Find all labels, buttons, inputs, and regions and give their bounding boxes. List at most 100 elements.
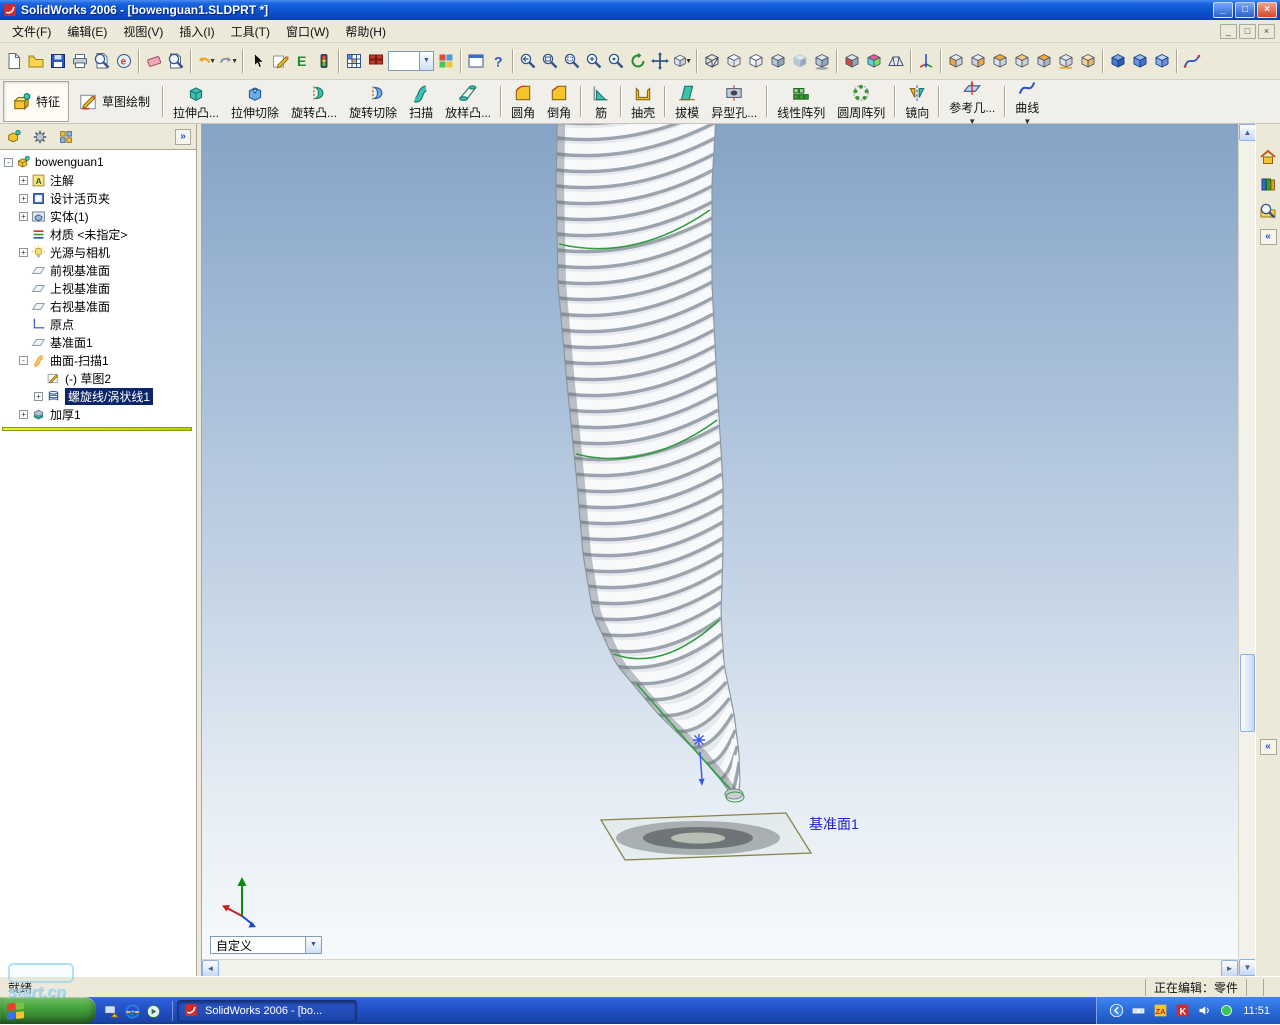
solidworks-resources-icon[interactable] [1259,148,1277,166]
top-view-icon[interactable] [1033,48,1055,74]
section-view-icon[interactable] [841,48,863,74]
view-orientation-icon[interactable]: ▼ [671,48,693,74]
antivirus-icon[interactable]: K [1175,1003,1191,1019]
zonealarm-icon[interactable]: ZA [1153,1003,1169,1019]
normal-to-icon[interactable] [1107,48,1129,74]
menu-item-4[interactable]: 工具(T) [223,20,278,43]
dimetric-view-icon[interactable] [1129,48,1151,74]
shadows-icon[interactable] [811,48,833,74]
tree-expander-icon[interactable]: - [4,158,13,167]
mdi-close-button[interactable]: × [1258,24,1275,39]
scroll-down-icon[interactable]: ▼ [1239,959,1256,976]
reference-triad-icon[interactable] [915,48,937,74]
extruded-cut-button[interactable]: 拉伸切除 [225,81,285,122]
delete-icon[interactable] [143,48,165,74]
window-layout-icon[interactable] [465,48,487,74]
chamfer-button[interactable]: 倒角 [541,81,577,122]
tray-chevron-icon[interactable] [1109,1003,1125,1019]
print-preview-icon[interactable] [91,48,113,74]
open-icon[interactable] [25,48,47,74]
tree-item-7[interactable]: 上视基准面 [0,279,196,297]
revolved-cut-button[interactable]: 旋转切除 [343,81,403,122]
graphics-viewport[interactable]: 基准面1 自定义 ▼ ◄ ► [202,124,1238,976]
document-zoom-icon[interactable] [165,48,187,74]
menu-item-0[interactable]: 文件(F) [4,20,59,43]
tree-item-2[interactable]: +设计活页夹 [0,189,196,207]
curve-icon[interactable] [1181,48,1203,74]
combo-dropdown-icon[interactable]: ▼ [305,937,321,953]
zoom-to-fit-icon[interactable] [539,48,561,74]
zoom-in-out-icon[interactable] [583,48,605,74]
start-button[interactable] [0,997,96,1024]
tree-item-6[interactable]: 前视基准面 [0,261,196,279]
tree-expander-icon[interactable]: + [19,410,28,419]
tree-item-10[interactable]: 基准面1 [0,333,196,351]
sketch-icon[interactable] [269,48,291,74]
hole-wizard-button[interactable]: 异型孔... [705,81,763,122]
zoom-to-area-icon[interactable] [561,48,583,74]
back-view-icon[interactable] [967,48,989,74]
linear-pattern-button[interactable]: 线性阵列 [771,81,831,122]
hscroll-track[interactable] [219,960,1221,976]
tree-item-14[interactable]: +加厚1 [0,405,196,423]
shell-button[interactable]: 抽壳 [625,81,661,122]
status-help-icon[interactable]: ? [1263,979,1280,996]
rib-button[interactable]: 筋 [585,81,617,122]
tree-expander-icon[interactable]: + [19,176,28,185]
close-button[interactable]: × [1257,2,1277,18]
minimize-button[interactable]: _ [1213,2,1233,18]
task-pane-collapse-button[interactable]: « [1260,229,1277,245]
draft-button[interactable]: 拔模 [669,81,705,122]
design-table-icon[interactable] [343,48,365,74]
view-settings-combo[interactable]: 自定义 ▼ [210,936,322,954]
maximize-button[interactable]: □ [1235,2,1255,18]
extruded-boss-button[interactable]: 拉伸凸... [167,81,225,122]
selection-filter-combo[interactable]: ▼ [388,51,434,71]
front-view-icon[interactable] [945,48,967,74]
taskbar-task-solidworks[interactable]: SolidWorks 2006 - [bo... [177,1000,357,1022]
panel-collapse-button[interactable]: » [175,129,191,145]
tree-expander-icon[interactable]: - [19,356,28,365]
pan-icon[interactable] [649,48,671,74]
publish-edrawings-icon[interactable]: e [113,48,135,74]
left-view-icon[interactable] [989,48,1011,74]
wireframe-icon[interactable] [701,48,723,74]
redo-icon[interactable]: ▼ [217,48,239,74]
tree-expander-icon[interactable]: + [19,212,28,221]
status-icon[interactable] [1219,1003,1235,1019]
scroll-left-icon[interactable]: ◄ [202,960,219,977]
tree-item-11[interactable]: -曲面-扫描1 [0,351,196,369]
revolved-boss-button[interactable]: 旋转凸... [285,81,343,122]
vscroll-thumb[interactable] [1240,654,1255,732]
tree-expander-icon[interactable]: + [19,248,28,257]
help-icon[interactable]: ? [487,48,509,74]
tree-item-1[interactable]: +A注解 [0,171,196,189]
tree-item-4[interactable]: 材质 <未指定> [0,225,196,243]
rotate-view-icon[interactable] [627,48,649,74]
trimetric-view-icon[interactable] [1151,48,1173,74]
features-tab-button[interactable]: 特征 [3,81,69,122]
network-icon[interactable] [1131,1003,1147,1019]
view-previous-icon[interactable] [517,48,539,74]
mdi-restore-button[interactable]: □ [1239,24,1256,39]
new-icon[interactable] [3,48,25,74]
volume-icon[interactable] [1197,1003,1213,1019]
hidden-lines-removed-icon[interactable] [745,48,767,74]
configurationmanager-tab-icon[interactable] [57,128,75,146]
scroll-right-icon[interactable]: ► [1221,960,1238,977]
vscroll-track[interactable] [1239,141,1255,959]
fillet-button[interactable]: 圆角 [505,81,541,122]
circular-pattern-button[interactable]: 圆周阵列 [831,81,891,122]
tree-item-8[interactable]: 右视基准面 [0,297,196,315]
design-library-icon[interactable] [1259,175,1277,193]
save-icon[interactable] [47,48,69,74]
hidden-lines-visible-icon[interactable] [723,48,745,74]
internet-explorer-icon[interactable]: e [124,1003,140,1019]
reference-geometry-button[interactable]: 参考几...▼ [943,81,1001,122]
menu-item-5[interactable]: 窗口(W) [278,20,337,43]
rollback-bar[interactable] [2,427,192,431]
tree-item-0[interactable]: -bowenguan1 [0,153,196,171]
loft-button[interactable]: 放样凸... [439,81,497,122]
undo-icon[interactable]: ▼ [195,48,217,74]
select-icon[interactable] [247,48,269,74]
